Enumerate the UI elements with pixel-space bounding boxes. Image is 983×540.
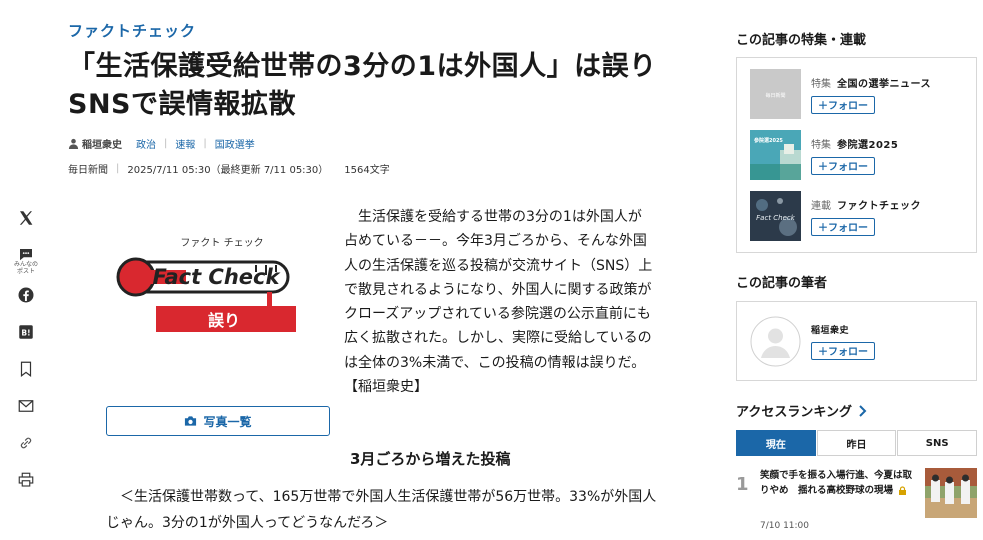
feature-info: 連載 ファクトチェック ＋フォロー: [811, 197, 921, 236]
feature-kind: 特集: [811, 78, 831, 90]
follow-button[interactable]: ＋フォロー: [811, 217, 875, 236]
tab-yesterday[interactable]: 昨日: [816, 430, 897, 456]
author-link[interactable]: 稲垣衆史: [68, 136, 122, 151]
writer-name[interactable]: 稲垣衆史: [811, 323, 849, 336]
feature-kind: 連載: [811, 200, 831, 212]
feature-info: 特集 参院選2025 ＋フォロー: [811, 136, 898, 175]
follow-writer-button[interactable]: ＋フォロー: [811, 341, 875, 360]
lead-paragraph: 生活保護を受給する世帯の3分の1は外国人が占めている－－。今年3月ごろから、そん…: [344, 209, 653, 396]
publisher-name: 毎日新聞: [68, 165, 108, 176]
features-panel: 毎日新聞 特集 全国の選挙ニュース ＋フォロー 参院選2025 特集 参院選20…: [736, 57, 977, 253]
title-line-2: SNSで誤情報拡散: [68, 89, 296, 120]
article-eyebrow[interactable]: ファクトチェック: [68, 20, 668, 42]
ranking-tabs: 現在 昨日 SNS: [736, 430, 978, 456]
facebook-share-button[interactable]: [14, 286, 38, 310]
avatar[interactable]: [750, 316, 801, 367]
tab-sns[interactable]: SNS: [897, 430, 978, 456]
divider: |: [164, 138, 168, 149]
chevron-right-icon: [859, 404, 867, 417]
copy-link-button[interactable]: [14, 434, 38, 458]
feature-item[interactable]: Fact Check 連載 ファクトチェック ＋フォロー: [737, 186, 976, 246]
divider: |: [116, 163, 120, 174]
ranking-thumbnail: [925, 468, 977, 518]
photo-gallery-label: 写真一覧: [203, 414, 252, 429]
article-subhead: 3月ごろから増えた投稿: [350, 450, 511, 468]
publish-date: 2025/7/11 05:30（最終更新 7/11 05:30）: [127, 165, 329, 176]
print-button[interactable]: [14, 471, 38, 495]
lock-icon: [899, 486, 907, 495]
bookmark-button[interactable]: [14, 360, 38, 384]
writer-info: 稲垣衆史 ＋フォロー: [811, 323, 875, 360]
feature-thumbnail: Fact Check: [750, 191, 801, 241]
article-photo[interactable]: ファクト チェック Fact Check 誤り: [106, 208, 330, 370]
svg-text:B!: B!: [21, 328, 30, 337]
mail-share-button[interactable]: [14, 397, 38, 421]
comment-share-button[interactable]: みんなの ポスト: [14, 246, 38, 275]
author-name: 稲垣衆史: [82, 140, 122, 151]
facebook-icon: [18, 287, 34, 303]
camera-icon: [185, 416, 197, 426]
ranking-heading: アクセスランキング: [736, 405, 852, 420]
thumb-text: Fact Check: [756, 214, 796, 222]
features-section: この記事の特集・連載 毎日新聞 特集 全国の選挙ニュース ＋フォロー 参院選20: [736, 29, 977, 253]
feature-name[interactable]: 参院選2025: [837, 136, 898, 151]
ranking-title: 笑顔で手を振る入場行進、今夏は取りやめ 揺れる高校野球の現場: [760, 468, 920, 498]
thumb-text: 毎日新聞: [765, 92, 785, 99]
link-icon: [20, 437, 32, 449]
bookmark-icon: [20, 361, 32, 377]
feature-info: 特集 全国の選挙ニュース ＋フォロー: [811, 75, 931, 114]
article-header: ファクトチェック 「生活保護受給世帯の3分の1は外国人」は誤り SNSで誤情報拡…: [68, 20, 668, 176]
follow-button[interactable]: ＋フォロー: [811, 156, 875, 175]
thumb-text: 参院選2025: [754, 137, 783, 144]
photo-gallery-button[interactable]: 写真一覧: [106, 406, 330, 436]
ranking-date: 7/10 11:00: [760, 521, 810, 531]
byline: 稲垣衆史 政治 | 速報 | 国政選挙: [68, 136, 668, 151]
title-line-1: 「生活保護受給世帯の3分の1は外国人」は誤り: [68, 51, 657, 82]
feature-item[interactable]: 毎日新聞 特集 全国の選挙ニュース ＋フォロー: [737, 64, 976, 124]
writer-heading: この記事の筆者: [736, 276, 828, 291]
comment-label: みんなの ポスト: [14, 261, 39, 275]
logo-verdict-text: 誤り: [208, 311, 240, 330]
feature-kind: 特集: [811, 139, 831, 151]
share-bar: みんなの ポスト B!: [14, 206, 40, 508]
print-icon: [18, 472, 34, 487]
feature-name[interactable]: ファクトチェック: [837, 197, 921, 212]
category-link-politics[interactable]: 政治: [136, 136, 156, 151]
writer-panel: 稲垣衆史 ＋フォロー: [736, 301, 977, 381]
mail-icon: [18, 400, 34, 412]
features-heading: この記事の特集・連載: [736, 33, 867, 48]
person-icon: [68, 138, 79, 149]
tab-current[interactable]: 現在: [736, 430, 816, 456]
logo-small-text: ファクト チェック: [180, 237, 263, 249]
article-lead: 生活保護を受給する世帯の3分の1は外国人が占めている－－。今年3月ごろから、そん…: [344, 205, 654, 399]
x-icon: [19, 211, 33, 225]
category-link-election[interactable]: 国政選挙: [215, 136, 255, 151]
logo-big-text: Fact Check: [153, 265, 282, 289]
char-count: 1564文字: [344, 165, 390, 176]
ranking-section: アクセスランキング 現在 昨日 SNS 1 笑顔で手を振る入場行進、今夏は取りや…: [736, 401, 978, 540]
hatena-icon: B!: [19, 325, 33, 339]
article-meta: 毎日新聞 | 2025/7/11 05:30（最終更新 7/11 05:30） …: [68, 161, 668, 176]
ranking-number: 1: [736, 474, 749, 495]
feature-name[interactable]: 全国の選挙ニュース: [837, 75, 931, 90]
follow-button[interactable]: ＋フォロー: [811, 95, 875, 114]
feature-thumbnail: 参院選2025: [750, 130, 801, 180]
x-share-button[interactable]: [14, 209, 38, 233]
page-title: 「生活保護受給世帯の3分の1は外国人」は誤り SNSで誤情報拡散: [68, 48, 668, 124]
ranking-title-text: 笑顔で手を振る入場行進、今夏は取りやめ 揺れる高校野球の現場: [760, 470, 913, 496]
quote-paragraph: ＜生活保護世帯数って、165万世帯で外国人生活保護世帯が56万世帯。33%が外国…: [106, 489, 657, 531]
writer-section: この記事の筆者 稲垣衆史 ＋フォロー: [736, 272, 977, 381]
ranking-item[interactable]: 1 笑顔で手を振る入場行進、今夏は取りやめ 揺れる高校野球の現場 7/10 11…: [736, 464, 977, 540]
feature-title: 特集 全国の選挙ニュース: [811, 75, 931, 90]
feature-item[interactable]: 参院選2025 特集 参院選2025 ＋フォロー: [737, 125, 976, 185]
feature-title: 特集 参院選2025: [811, 136, 898, 151]
writer-name-line: 稲垣衆史: [811, 323, 875, 336]
category-link-breaking[interactable]: 速報: [175, 136, 195, 151]
feature-thumbnail: 毎日新聞: [750, 69, 801, 119]
factcheck-logo-image: ファクト チェック Fact Check 誤り: [106, 208, 330, 370]
feature-title: 連載 ファクトチェック: [811, 197, 921, 212]
ranking-heading-link[interactable]: アクセスランキング: [736, 401, 977, 420]
divider: |: [203, 138, 207, 149]
hatena-share-button[interactable]: B!: [14, 323, 38, 347]
